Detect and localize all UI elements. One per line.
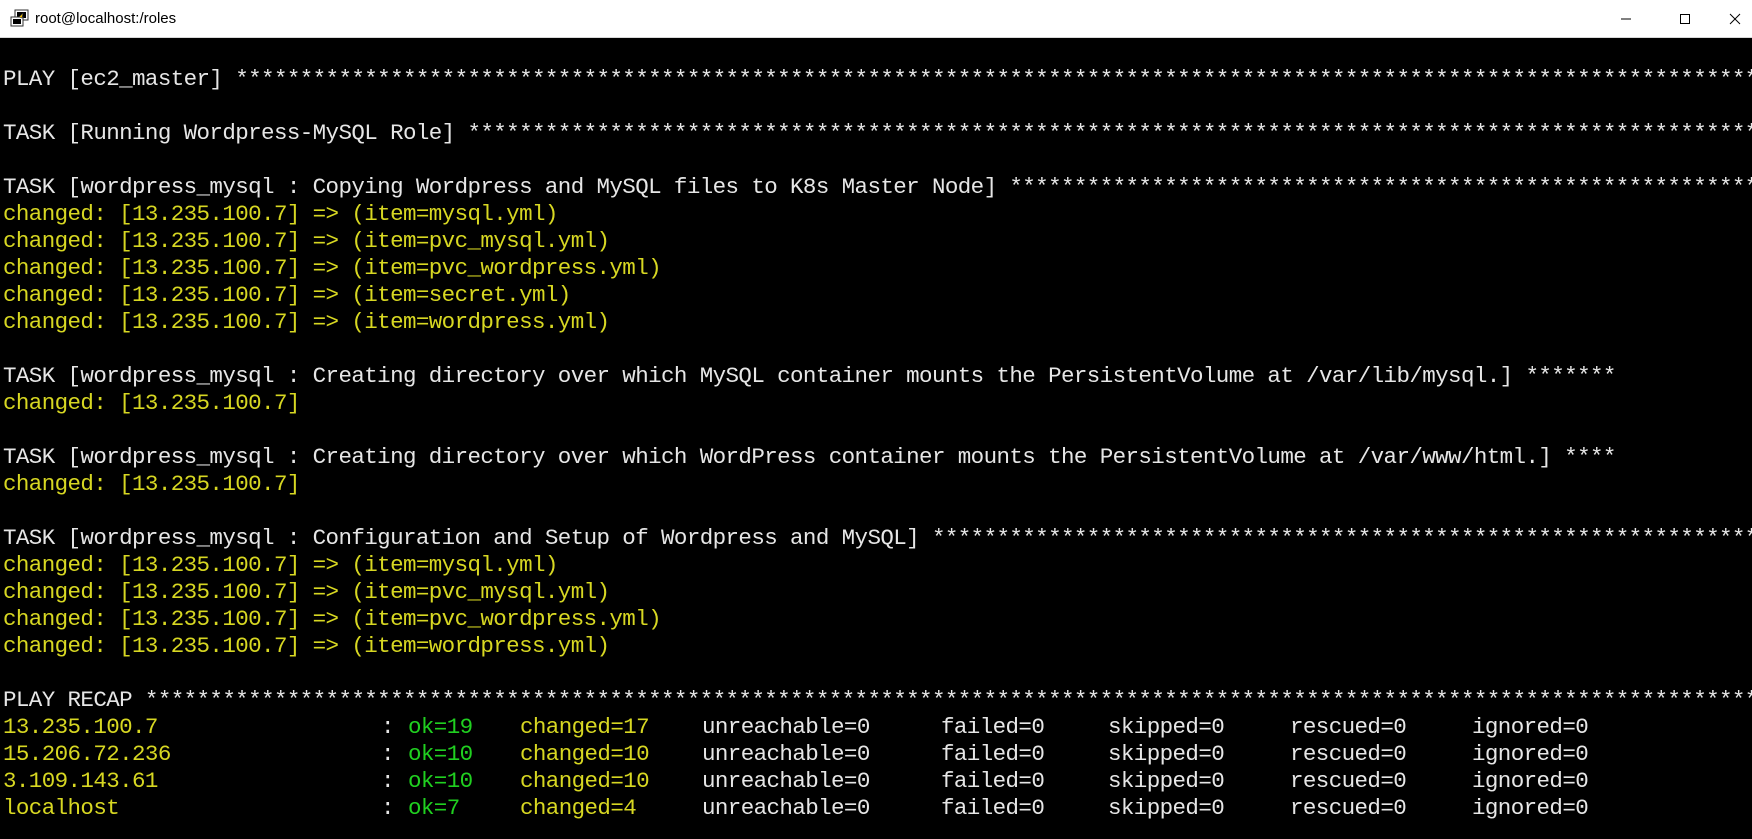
recap-changed: changed=4 xyxy=(520,795,637,821)
close-button[interactable] xyxy=(1712,0,1752,38)
recap-rescued: rescued=0 xyxy=(1290,795,1407,821)
recap-failed: failed=0 xyxy=(941,768,1045,794)
recap-failed: failed=0 xyxy=(941,795,1045,821)
changed-line: changed: [13.235.100.7] => (item=pvc_wor… xyxy=(3,606,662,632)
changed-line: changed: [13.235.100.7] xyxy=(3,471,300,497)
recap-ignored: ignored=0 xyxy=(1472,795,1589,821)
recap-host: 13.235.100.7 xyxy=(3,714,158,740)
task-header: TASK [wordpress_mysql : Copying Wordpres… xyxy=(3,174,1752,200)
recap-unreachable: unreachable=0 xyxy=(702,795,870,821)
recap-unreachable: unreachable=0 xyxy=(702,714,870,740)
recap-ignored: ignored=0 xyxy=(1472,768,1589,794)
recap-skipped: skipped=0 xyxy=(1108,795,1225,821)
recap-changed: changed=10 xyxy=(520,768,650,794)
recap-ok: ok=19 xyxy=(408,714,473,740)
recap-ignored: ignored=0 xyxy=(1472,741,1589,767)
recap-row: 3.109.143.61 : ok=10 changed=10 unreacha… xyxy=(0,768,1752,795)
recap-rescued: rescued=0 xyxy=(1290,768,1407,794)
recap-separator: : xyxy=(381,795,395,821)
recap-unreachable: unreachable=0 xyxy=(702,768,870,794)
minimize-icon xyxy=(1621,18,1631,20)
changed-line: changed: [13.235.100.7] => (item=mysql.y… xyxy=(3,201,558,227)
task-header: TASK [wordpress_mysql : Creating directo… xyxy=(3,444,1616,470)
recap-host: 15.206.72.236 xyxy=(3,741,171,767)
recap-changed: changed=10 xyxy=(520,741,650,767)
recap-row: localhost : ok=7 changed=4 unreachable=0… xyxy=(0,795,1752,822)
recap-row: 13.235.100.7 : ok=19 changed=17 unreacha… xyxy=(0,714,1752,741)
changed-line: changed: [13.235.100.7] => (item=wordpre… xyxy=(3,309,610,335)
changed-line: changed: [13.235.100.7] => (item=mysql.y… xyxy=(3,552,558,578)
close-icon xyxy=(1729,13,1741,25)
maximize-icon xyxy=(1680,14,1690,24)
recap-ignored: ignored=0 xyxy=(1472,714,1589,740)
recap-rescued: rescued=0 xyxy=(1290,741,1407,767)
recap-skipped: skipped=0 xyxy=(1108,768,1225,794)
maximize-button[interactable] xyxy=(1657,0,1713,38)
recap-failed: failed=0 xyxy=(941,714,1045,740)
task-header: TASK [Running Wordpress-MySQL Role] ****… xyxy=(3,120,1752,146)
changed-line: changed: [13.235.100.7] => (item=pvc_mys… xyxy=(3,579,610,605)
recap-ok: ok=10 xyxy=(408,741,473,767)
changed-line: changed: [13.235.100.7] => (item=wordpre… xyxy=(3,633,610,659)
recap-changed: changed=17 xyxy=(520,714,650,740)
recap-ok: ok=10 xyxy=(408,768,473,794)
recap-ok: ok=7 xyxy=(408,795,460,821)
recap-separator: : xyxy=(381,741,395,767)
recap-skipped: skipped=0 xyxy=(1108,741,1225,767)
terminal-window: root@localhost:/roles PLAY [ec2_master] … xyxy=(0,0,1752,839)
window-title: root@localhost:/roles xyxy=(35,10,177,27)
recap-host: localhost xyxy=(3,795,120,821)
recap-separator: : xyxy=(381,714,395,740)
title-bar[interactable]: root@localhost:/roles xyxy=(0,0,1752,38)
recap-failed: failed=0 xyxy=(941,741,1045,767)
recap-separator: : xyxy=(381,768,395,794)
minimize-button[interactable] xyxy=(1598,0,1654,38)
changed-line: changed: [13.235.100.7] => (item=pvc_wor… xyxy=(3,255,662,281)
play-recap-header: PLAY RECAP *****************************… xyxy=(3,687,1752,713)
recap-rescued: rescued=0 xyxy=(1290,714,1407,740)
recap-row: 15.206.72.236 : ok=10 changed=10 unreach… xyxy=(0,741,1752,768)
recap-host: 3.109.143.61 xyxy=(3,768,158,794)
task-header: TASK [wordpress_mysql : Configuration an… xyxy=(3,525,1752,551)
changed-line: changed: [13.235.100.7] xyxy=(3,390,300,416)
recap-skipped: skipped=0 xyxy=(1108,714,1225,740)
play-header: PLAY [ec2_master] **********************… xyxy=(3,66,1752,92)
changed-line: changed: [13.235.100.7] => (item=secret.… xyxy=(3,282,571,308)
task-header: TASK [wordpress_mysql : Creating directo… xyxy=(3,363,1616,389)
changed-line: changed: [13.235.100.7] => (item=pvc_mys… xyxy=(3,228,610,254)
putty-icon[interactable] xyxy=(10,9,30,29)
recap-unreachable: unreachable=0 xyxy=(702,741,870,767)
terminal-output[interactable]: PLAY [ec2_master] **********************… xyxy=(0,38,1752,839)
